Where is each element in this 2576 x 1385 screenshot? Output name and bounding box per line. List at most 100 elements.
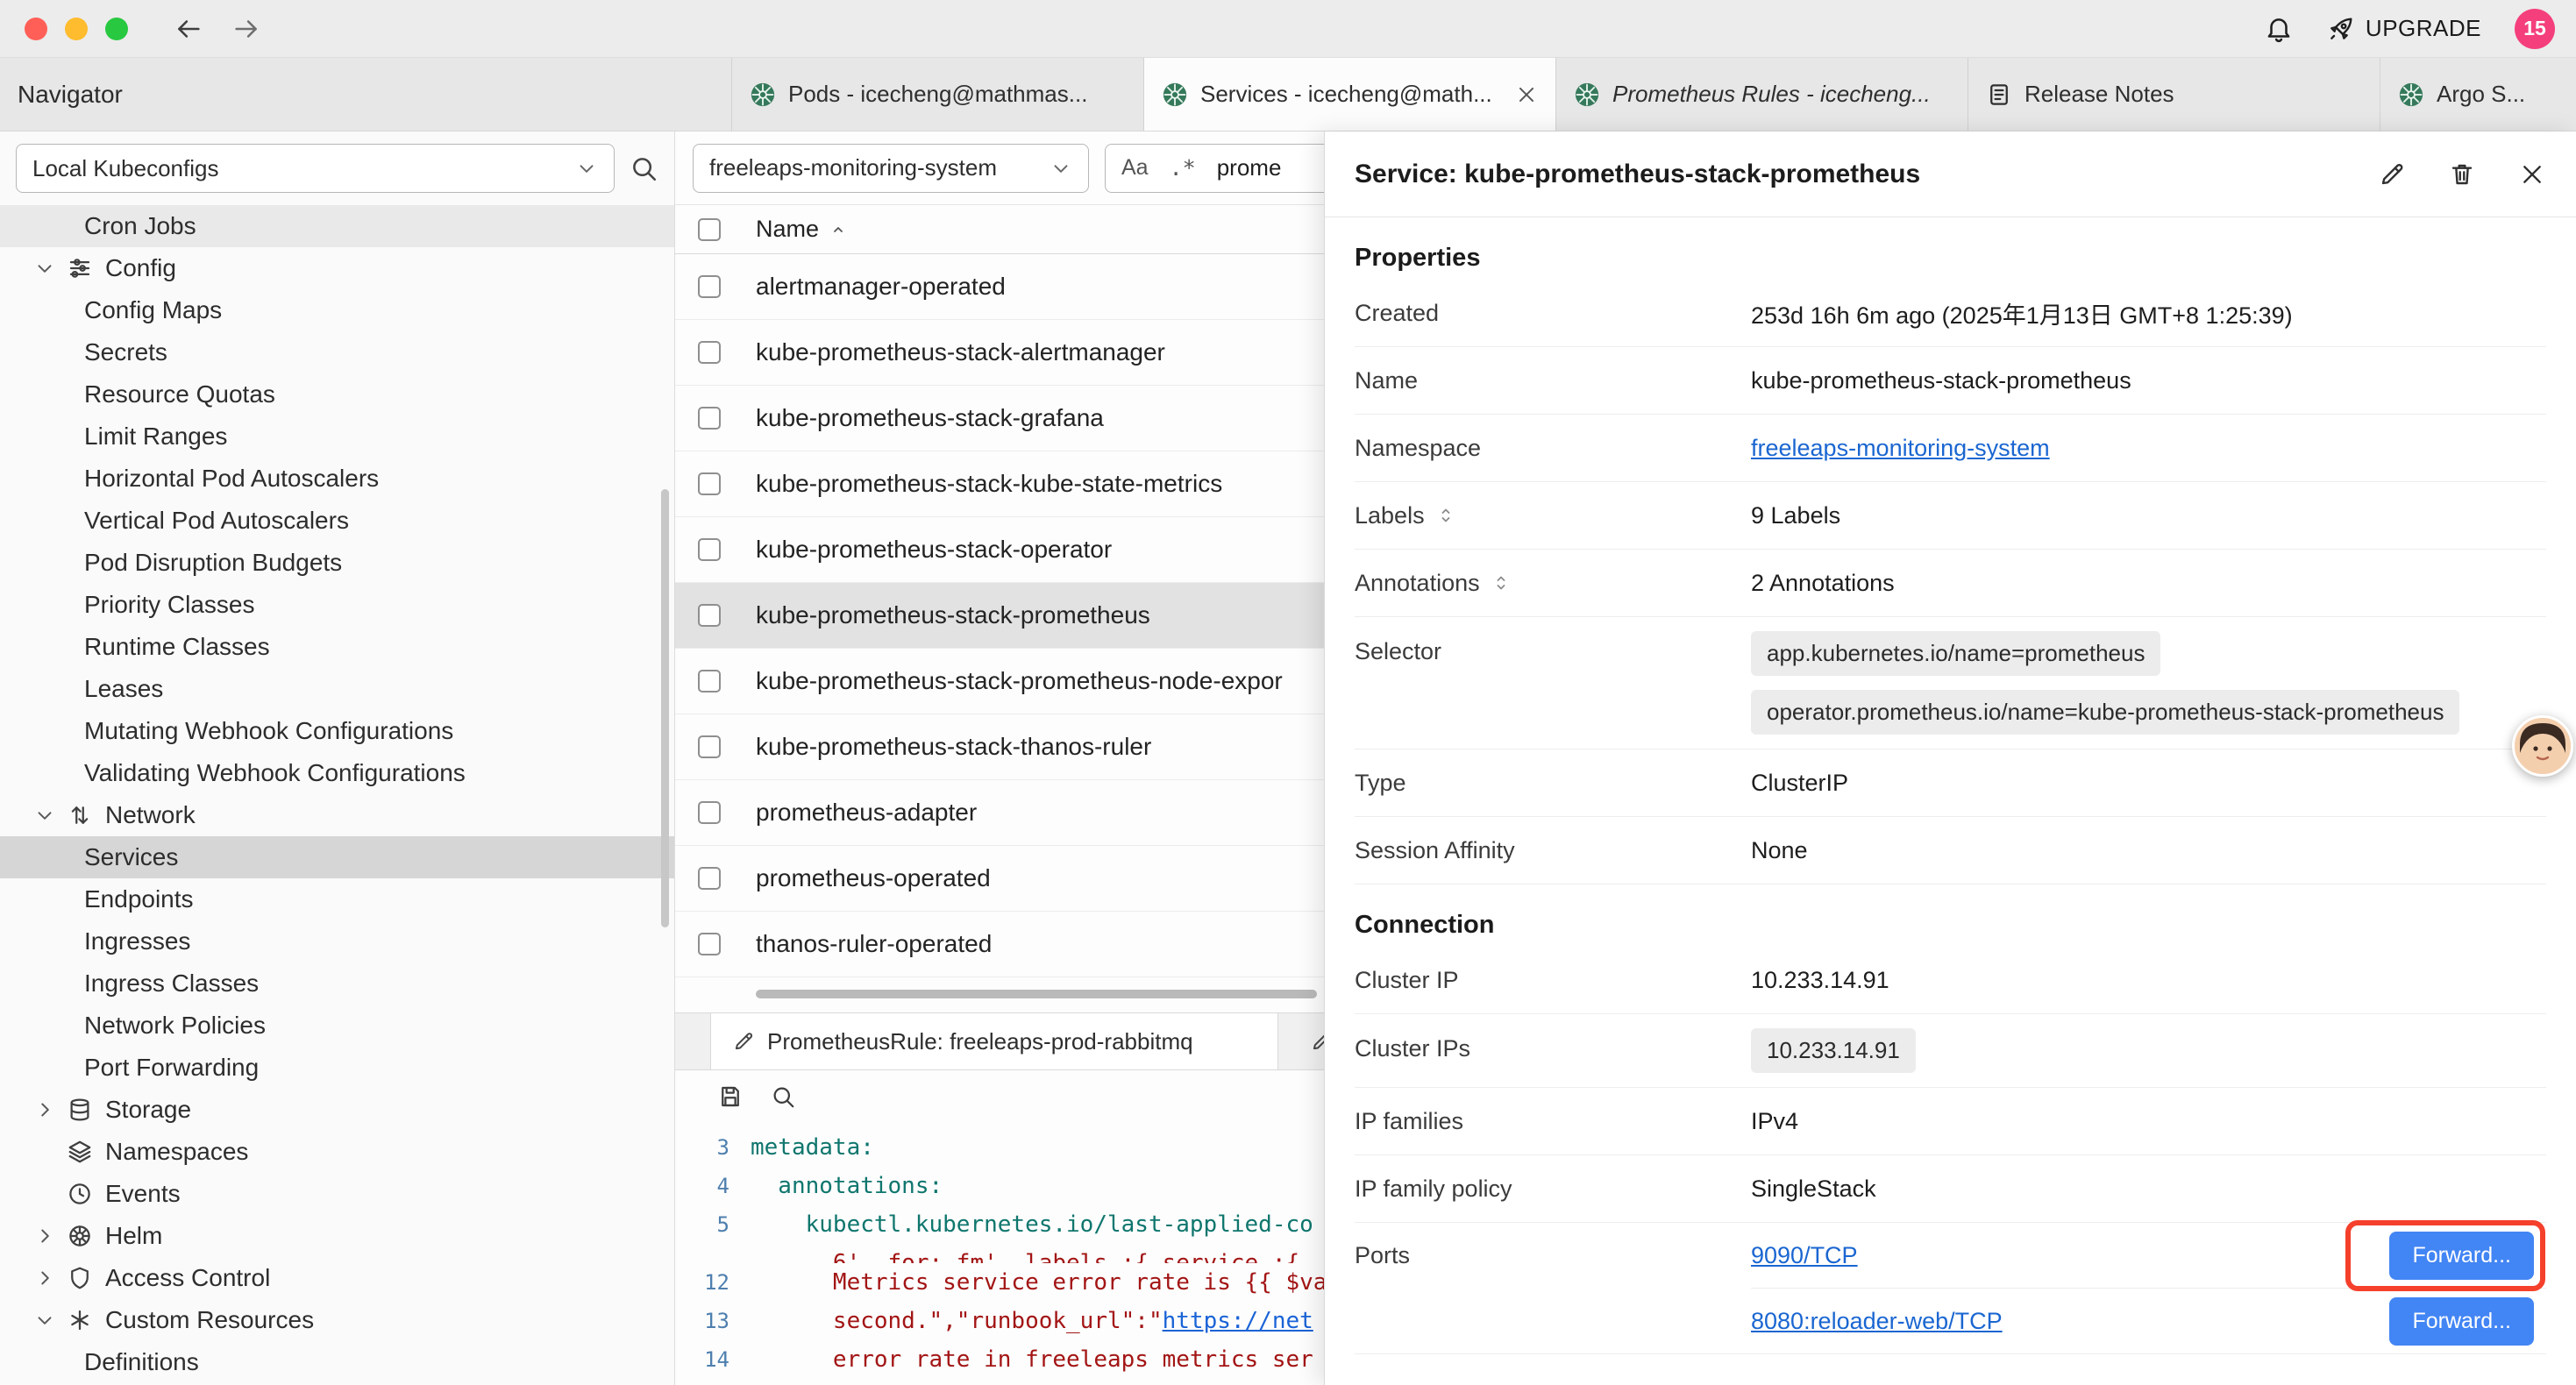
kubeconfig-select[interactable]: Local Kubeconfigs bbox=[16, 144, 615, 193]
detail-label: Session Affinity bbox=[1355, 837, 1751, 864]
row-checkbox[interactable] bbox=[698, 538, 721, 561]
sidebar-item-namespaces[interactable]: Namespaces bbox=[0, 1131, 674, 1173]
sort-icon[interactable] bbox=[1435, 505, 1456, 526]
sidebar-item-runtime-classes[interactable]: Runtime Classes bbox=[0, 626, 674, 668]
sidebar-item-access-control[interactable]: Access Control bbox=[0, 1257, 674, 1299]
line-content: 6', for: fm', labels :{ service :{ bbox=[751, 1244, 1299, 1263]
chevron-right-icon[interactable] bbox=[33, 1225, 60, 1247]
sidebar-item-config-maps[interactable]: Config Maps bbox=[0, 289, 674, 331]
forward-button-wrap: Forward... bbox=[2389, 1297, 2534, 1346]
sidebar-item-network[interactable]: Network bbox=[0, 794, 674, 836]
sidebar-item-port-forwarding[interactable]: Port Forwarding bbox=[0, 1047, 674, 1089]
horizontal-scrollbar[interactable] bbox=[756, 990, 1317, 998]
sidebar-item-limit-ranges[interactable]: Limit Ranges bbox=[0, 416, 674, 458]
sidebar-item-cron-jobs[interactable]: Cron Jobs bbox=[0, 205, 674, 247]
notification-badge[interactable]: 15 bbox=[2515, 9, 2555, 49]
line-number: 4 bbox=[675, 1167, 751, 1205]
tab-pods-icecheng-mathmas[interactable]: Pods - icecheng@mathmas... bbox=[731, 58, 1143, 131]
chevron-down-icon[interactable] bbox=[33, 1309, 60, 1332]
sidebar-item-vertical-pod-autoscalers[interactable]: Vertical Pod Autoscalers bbox=[0, 500, 674, 542]
sidebar-item-pod-disruption-budgets[interactable]: Pod Disruption Budgets bbox=[0, 542, 674, 584]
close-icon[interactable] bbox=[1515, 83, 1538, 106]
chevron-right-icon[interactable] bbox=[33, 1267, 60, 1289]
sidebar-item-definitions[interactable]: Definitions bbox=[0, 1341, 674, 1383]
namespace-filter-select[interactable]: freeleaps-monitoring-system bbox=[693, 144, 1089, 193]
edit-icon[interactable] bbox=[2378, 160, 2406, 188]
chevron-down-icon[interactable] bbox=[33, 804, 60, 827]
tab-services-icecheng-math[interactable]: Services - icecheng@math... bbox=[1143, 58, 1555, 131]
sidebar-item-custom-resources[interactable]: Custom Resources bbox=[0, 1299, 674, 1341]
row-checkbox[interactable] bbox=[698, 670, 721, 692]
chevron-spacer bbox=[33, 1183, 60, 1205]
row-name: thanos-ruler-operated bbox=[756, 930, 992, 958]
match-case-toggle[interactable]: Aa bbox=[1121, 155, 1149, 181]
search-input[interactable]: prome bbox=[1217, 154, 1282, 181]
chevron-down-icon[interactable] bbox=[33, 257, 60, 280]
sidebar-item-ingress-classes[interactable]: Ingress Classes bbox=[0, 962, 674, 1005]
tab-prometheus-rules-icecheng[interactable]: Prometheus Rules - icecheng... bbox=[1555, 58, 1968, 131]
forward-button[interactable]: Forward... bbox=[2389, 1232, 2534, 1280]
name-column-header[interactable]: Name bbox=[756, 216, 819, 243]
port-row: 9090/TCP Forward... bbox=[1751, 1223, 2546, 1288]
sidebar-item-resource-quotas[interactable]: Resource Quotas bbox=[0, 373, 674, 416]
sidebar-item-config[interactable]: Config bbox=[0, 247, 674, 289]
upgrade-button[interactable]: UPGRADE bbox=[2327, 15, 2481, 43]
bell-icon[interactable] bbox=[2264, 14, 2294, 44]
row-checkbox[interactable] bbox=[698, 604, 721, 627]
detail-label: Name bbox=[1355, 367, 1751, 394]
sidebar-item-leases[interactable]: Leases bbox=[0, 668, 674, 710]
tab-argo-s[interactable]: Argo S... bbox=[2380, 58, 2576, 131]
tab-release-notes[interactable]: Release Notes bbox=[1968, 58, 2380, 131]
sidebar-item-helm[interactable]: Helm bbox=[0, 1215, 674, 1257]
window-controls bbox=[0, 18, 128, 40]
sidebar-item-secrets[interactable]: Secrets bbox=[0, 331, 674, 373]
close-window-button[interactable] bbox=[25, 18, 47, 40]
row-checkbox[interactable] bbox=[698, 867, 721, 890]
layers-icon bbox=[67, 1139, 93, 1165]
zoom-window-button[interactable] bbox=[105, 18, 128, 40]
row-checkbox[interactable] bbox=[698, 801, 721, 824]
minimize-window-button[interactable] bbox=[65, 18, 88, 40]
sidebar-item-label: Leases bbox=[84, 675, 163, 703]
search-icon[interactable] bbox=[629, 153, 658, 183]
namespace-link[interactable]: freeleaps-monitoring-system bbox=[1751, 435, 2050, 461]
sidebar-item-label: Mutating Webhook Configurations bbox=[84, 717, 453, 745]
sidebar-item-ingresses[interactable]: Ingresses bbox=[0, 920, 674, 962]
row-checkbox[interactable] bbox=[698, 735, 721, 758]
editor-tab-prometheusrule[interactable]: PrometheusRule: freeleaps-prod-rabbitmq bbox=[710, 1013, 1278, 1069]
sidebar-item-horizontal-pod-autoscalers[interactable]: Horizontal Pod Autoscalers bbox=[0, 458, 674, 500]
sidebar-item-events[interactable]: Events bbox=[0, 1173, 674, 1215]
select-all-checkbox[interactable] bbox=[698, 218, 721, 241]
sidebar-item-network-policies[interactable]: Network Policies bbox=[0, 1005, 674, 1047]
sidebar-item-label: Pod Disruption Budgets bbox=[84, 549, 342, 577]
row-checkbox[interactable] bbox=[698, 341, 721, 364]
sidebar-scrollbar[interactable] bbox=[661, 489, 669, 927]
detail-label-text: Name bbox=[1355, 367, 1418, 394]
sidebar-item-priority-classes[interactable]: Priority Classes bbox=[0, 584, 674, 626]
search-icon[interactable] bbox=[770, 1083, 796, 1110]
row-checkbox[interactable] bbox=[698, 933, 721, 955]
regex-toggle[interactable]: .* bbox=[1170, 155, 1196, 181]
sort-icon[interactable] bbox=[1491, 572, 1512, 593]
port-link[interactable]: 8080:reloader-web/TCP bbox=[1751, 1308, 2003, 1335]
support-avatar[interactable] bbox=[2512, 715, 2573, 777]
sidebar-item-storage[interactable]: Storage bbox=[0, 1089, 674, 1131]
forward-icon[interactable] bbox=[231, 14, 261, 44]
save-icon[interactable] bbox=[717, 1083, 744, 1110]
delete-icon[interactable] bbox=[2448, 160, 2476, 188]
detail-value: 10.233.14.91 bbox=[1751, 967, 2546, 994]
sidebar-item-validating-webhook-configurations[interactable]: Validating Webhook Configurations bbox=[0, 752, 674, 794]
detail-value: 2 Annotations bbox=[1751, 570, 2546, 597]
sidebar-item-endpoints[interactable]: Endpoints bbox=[0, 878, 674, 920]
sidebar-item-mutating-webhook-configurations[interactable]: Mutating Webhook Configurations bbox=[0, 710, 674, 752]
back-icon[interactable] bbox=[174, 14, 203, 44]
row-checkbox[interactable] bbox=[698, 407, 721, 430]
detail-value-text: ClusterIP bbox=[1751, 770, 1848, 796]
row-checkbox[interactable] bbox=[698, 275, 721, 298]
chevron-right-icon[interactable] bbox=[33, 1098, 60, 1121]
close-icon[interactable] bbox=[2518, 160, 2546, 188]
sidebar-item-services[interactable]: Services bbox=[0, 836, 674, 878]
port-link[interactable]: 9090/TCP bbox=[1751, 1242, 1858, 1269]
row-checkbox[interactable] bbox=[698, 472, 721, 495]
forward-button[interactable]: Forward... bbox=[2389, 1297, 2534, 1346]
